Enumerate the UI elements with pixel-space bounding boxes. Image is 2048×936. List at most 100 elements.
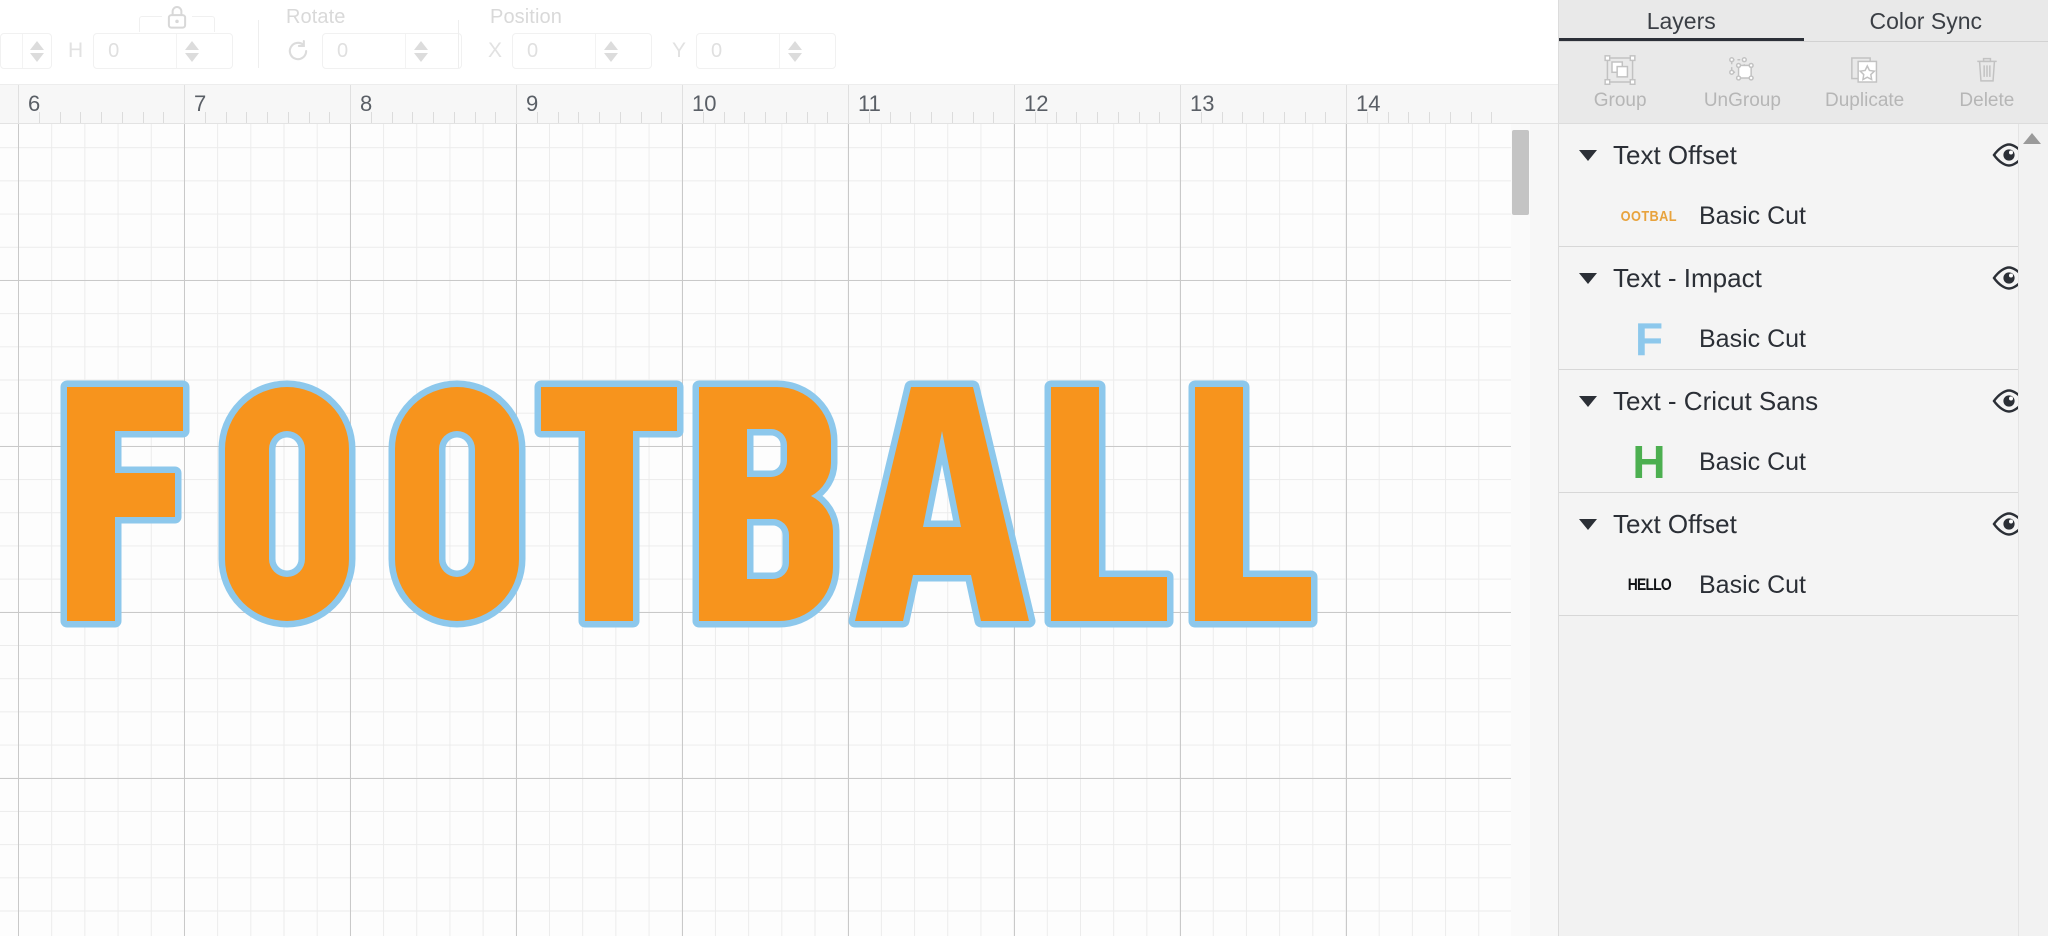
- ruler-tick: [889, 112, 891, 123]
- layer-group[interactable]: Text Offset FOOTBALL Basic Cut: [1559, 124, 2048, 247]
- chevron-down-icon[interactable]: [1579, 395, 1597, 407]
- ruler-tick: [391, 112, 393, 123]
- rotate-field[interactable]: 0: [322, 33, 462, 69]
- aspect-lock-control[interactable]: [139, 2, 215, 32]
- ruler-tick: [80, 112, 82, 123]
- ruler-mark: 7: [184, 85, 350, 123]
- ungroup-button[interactable]: UnGroup: [1681, 42, 1803, 123]
- ruler-tick: [1242, 112, 1244, 123]
- layer-group-header[interactable]: Text - Impact: [1559, 247, 2048, 309]
- layer-group[interactable]: Text - Impact F Basic Cut: [1559, 247, 2048, 370]
- size-fields-row: H 0: [0, 33, 234, 69]
- layer-row[interactable]: H Basic Cut: [1559, 432, 2048, 492]
- layer-thumbnail: H: [1621, 439, 1677, 485]
- layer-group-header[interactable]: Text Offset: [1559, 124, 2048, 186]
- ruler-mark: 13: [1180, 85, 1346, 123]
- position-x-field[interactable]: 0: [512, 33, 653, 69]
- ungroup-label: UnGroup: [1703, 89, 1781, 111]
- layer-group-header[interactable]: Text Offset: [1559, 493, 2048, 555]
- width-field[interactable]: [0, 33, 52, 69]
- layer-row[interactable]: F Basic Cut: [1559, 309, 2048, 369]
- rotate-fields-row: 0: [284, 33, 462, 69]
- ruler-tick: [640, 112, 642, 123]
- layer-group-header[interactable]: Text - Cricut Sans: [1559, 370, 2048, 432]
- group-label: Group: [1593, 89, 1647, 111]
- canvas-vertical-scrollbar-thumb[interactable]: [1512, 130, 1529, 215]
- ruler-tick: [972, 112, 974, 123]
- height-field[interactable]: 0: [93, 33, 234, 69]
- ruler-tick: [495, 112, 497, 123]
- design-canvas[interactable]: [0, 124, 1530, 936]
- layer-thumbnail-text: FOOTBALL: [1621, 207, 1677, 225]
- duplicate-icon: [1848, 54, 1882, 86]
- ruler-tick: [163, 112, 165, 123]
- lock-icon[interactable]: [162, 2, 192, 32]
- layer-group[interactable]: Text - Cricut Sans H Basic Cut: [1559, 370, 2048, 493]
- football-text-svg[interactable]: [55, 379, 1395, 629]
- ruler-tick: [578, 112, 580, 123]
- horizontal-ruler[interactable]: 6 7 8 9 10 11 12 13 14: [0, 84, 1558, 124]
- layer-row[interactable]: HELLO Basic Cut: [1559, 555, 2048, 615]
- layer-group-title: Text Offset: [1613, 139, 1737, 170]
- ruler-tick: [1325, 112, 1327, 123]
- ruler-tick: [557, 112, 559, 123]
- layer-row[interactable]: FOOTBALL Basic Cut: [1559, 186, 2048, 246]
- duplicate-button[interactable]: Duplicate: [1804, 42, 1926, 123]
- ruler-tick: [702, 112, 704, 123]
- group-icon: [1603, 54, 1637, 86]
- rotate-stepper[interactable]: [405, 34, 435, 68]
- group-button[interactable]: Group: [1559, 42, 1681, 123]
- ruler-mark: 10: [682, 85, 848, 123]
- ruler-tick: [453, 112, 455, 123]
- position-y-value[interactable]: 0: [697, 34, 779, 68]
- ruler-tick: [287, 112, 289, 123]
- position-x-value[interactable]: 0: [513, 34, 595, 68]
- ruler-mark: 12: [1014, 85, 1180, 123]
- width-stepper[interactable]: [22, 34, 51, 68]
- toolbar-divider-2: [458, 20, 459, 68]
- position-y-field[interactable]: 0: [696, 33, 837, 69]
- chevron-down-icon[interactable]: [1579, 272, 1597, 284]
- ruler-tick: [1055, 112, 1057, 123]
- tab-layers[interactable]: Layers: [1559, 0, 1804, 42]
- layer-thumbnail: HELLO: [1621, 562, 1677, 608]
- ruler-number: 12: [1024, 91, 1049, 116]
- position-y-stepper[interactable]: [779, 34, 809, 68]
- properties-toolbar: H 0 Rotate 0 Position X 0 Y 0: [0, 0, 1558, 84]
- chevron-down-icon[interactable]: [1579, 518, 1597, 530]
- chevron-down-icon[interactable]: [1579, 149, 1597, 161]
- tab-color-sync[interactable]: Color Sync: [1803, 0, 2048, 42]
- ruler-tick: [1491, 112, 1493, 123]
- ruler-number: 13: [1190, 91, 1215, 116]
- position-group: Position X 0 Y 0: [468, 0, 888, 84]
- scroll-up-arrow-icon[interactable]: [2020, 128, 2044, 150]
- canvas-vertical-scrollbar-track[interactable]: [1511, 124, 1530, 936]
- size-group: H 0: [0, 0, 268, 84]
- ruler-tick: [1429, 112, 1430, 123]
- ruler-number: 14: [1356, 91, 1381, 116]
- ruler-mark: 11: [848, 85, 1014, 123]
- ruler-tick: [308, 112, 310, 123]
- ruler-number: 10: [692, 91, 717, 116]
- ruler-tick: [1283, 112, 1285, 123]
- ruler-tick: [806, 112, 808, 123]
- delete-label: Delete: [1959, 89, 2015, 111]
- layer-list[interactable]: Text OffsetFOOTBALLBasic CutText - Impac…: [1559, 124, 2048, 936]
- ruler-tick: [59, 112, 61, 123]
- layer-row-label: Basic Cut: [1699, 570, 1806, 599]
- layer-list-scrollbar-track[interactable]: [2018, 124, 2048, 936]
- rotate-value[interactable]: 0: [323, 34, 405, 68]
- layer-row-label: Basic Cut: [1699, 324, 1806, 353]
- ruler-tick: [38, 112, 40, 123]
- layer-thumbnail: FOOTBALL: [1621, 193, 1677, 239]
- ruler-major-line: [1014, 85, 1015, 123]
- ruler-tick: [723, 112, 725, 123]
- layer-group[interactable]: Text Offset HELLO Basic Cut: [1559, 493, 2048, 616]
- ruler-mark: 14: [1346, 85, 1512, 123]
- height-value[interactable]: 0: [94, 34, 176, 68]
- ruler-tick: [370, 112, 372, 123]
- position-x-stepper[interactable]: [595, 34, 625, 68]
- delete-button[interactable]: Delete: [1926, 42, 2048, 123]
- artwork-football[interactable]: [0, 124, 1530, 936]
- height-stepper[interactable]: [176, 34, 206, 68]
